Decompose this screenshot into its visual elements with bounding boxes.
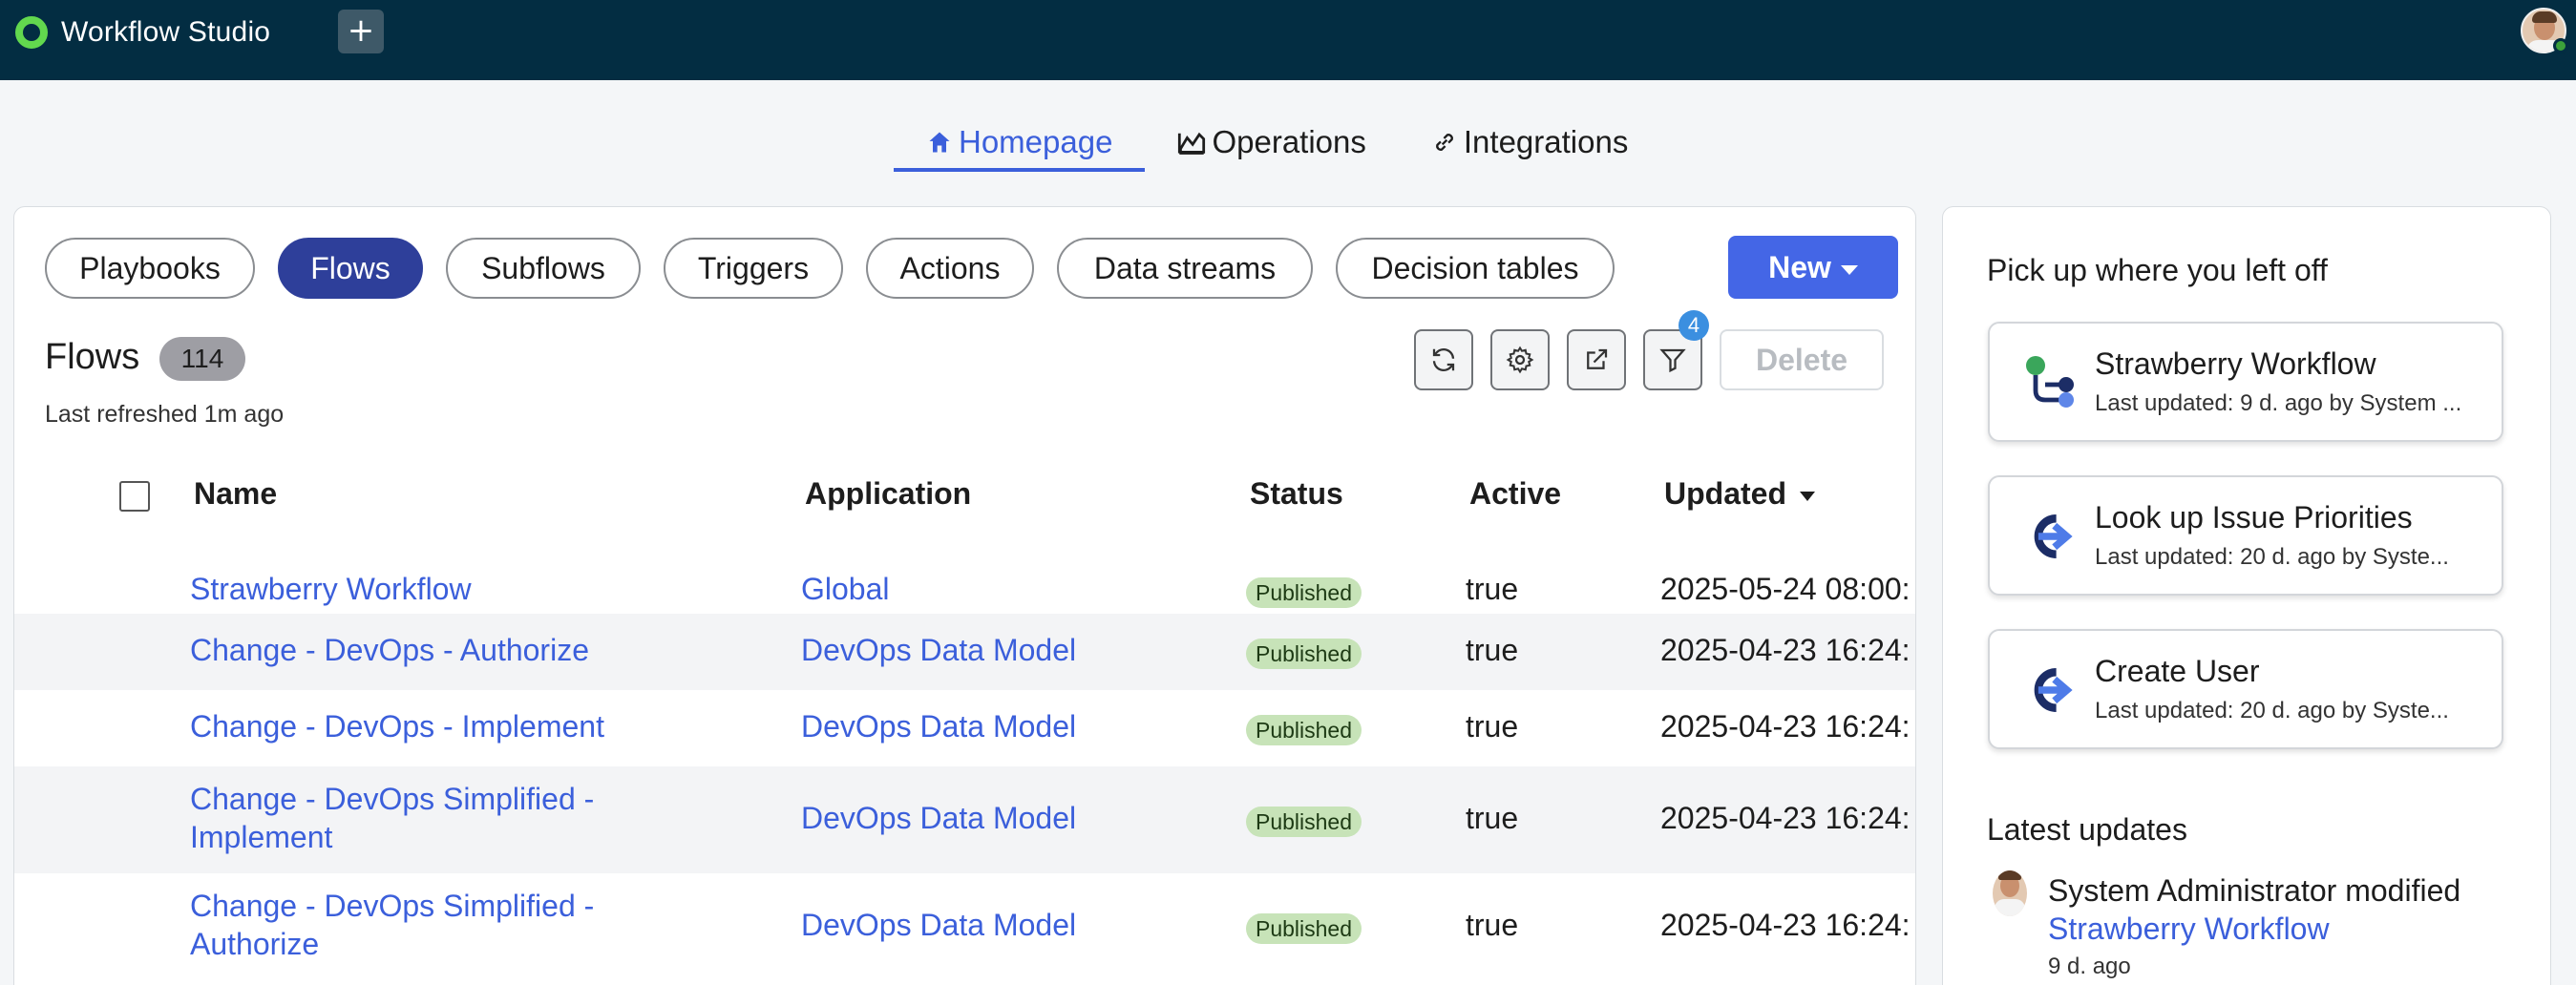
status-badge: Published bbox=[1246, 715, 1362, 745]
flow-name-link-continued[interactable]: Authorize bbox=[190, 927, 319, 962]
status-badge: Published bbox=[1246, 577, 1362, 608]
workflow-studio-logo-icon bbox=[15, 16, 48, 49]
filter-pill-decision-tables[interactable]: Decision tables bbox=[1336, 238, 1615, 299]
application-link[interactable]: DevOps Data Model bbox=[801, 801, 1076, 836]
column-header-active[interactable]: Active bbox=[1469, 476, 1561, 512]
last-refreshed-text: Last refreshed 1m ago bbox=[45, 401, 285, 428]
link-icon bbox=[1435, 134, 1453, 151]
filter-pill-subflows[interactable]: Subflows bbox=[446, 238, 641, 299]
updated-value: 2025-04-23 16:24: bbox=[1660, 709, 1911, 744]
update-link[interactable]: Strawberry Workflow bbox=[2048, 912, 2330, 947]
home-icon bbox=[929, 132, 950, 153]
list-title: Flows bbox=[45, 337, 140, 377]
tab-operations[interactable]: Operations bbox=[1145, 113, 1398, 172]
select-all-checkbox[interactable] bbox=[119, 481, 150, 512]
export-button[interactable] bbox=[1567, 329, 1626, 390]
settings-button[interactable] bbox=[1490, 329, 1550, 390]
application-link[interactable]: DevOps Data Model bbox=[801, 709, 1076, 744]
updates-heading: Latest updates bbox=[1987, 812, 2187, 847]
flow-name-link[interactable]: Change - DevOps Simplified - bbox=[190, 782, 594, 817]
flow-name-link[interactable]: Strawberry Workflow bbox=[190, 572, 472, 607]
update-text: System Administrator modified bbox=[2048, 873, 2461, 908]
app-title: Workflow Studio bbox=[61, 16, 271, 48]
share-icon bbox=[1587, 348, 1608, 369]
new-button-label: New bbox=[1768, 250, 1831, 284]
table-row[interactable]: Change - DevOps - Implement DevOps Data … bbox=[14, 690, 1915, 766]
filter-icon bbox=[1659, 348, 1686, 373]
filter-pill-data-streams[interactable]: Data streams bbox=[1057, 238, 1313, 299]
filter-pill-flows[interactable]: Flows bbox=[278, 238, 423, 299]
active-value: true bbox=[1466, 709, 1519, 744]
updated-value: 2025-05-24 08:00: bbox=[1660, 572, 1911, 606]
table-row[interactable]: Change - DevOps Simplified - Implement D… bbox=[14, 766, 1915, 873]
tab-label: Integrations bbox=[1463, 124, 1629, 159]
filter-pill-actions[interactable]: Actions bbox=[866, 238, 1034, 299]
brand[interactable]: Workflow Studio bbox=[15, 11, 270, 53]
new-tab-button[interactable]: + bbox=[338, 10, 384, 53]
tab-label: Operations bbox=[1212, 124, 1366, 159]
new-button[interactable]: New bbox=[1728, 236, 1898, 299]
resume-heading: Pick up where you left off bbox=[1987, 253, 2328, 287]
filter-count-badge: 4 bbox=[1679, 310, 1709, 341]
flows-panel: Playbooks Flows Subflows Triggers Action… bbox=[13, 206, 1916, 985]
flow-name-link[interactable]: Change - DevOps - Authorize bbox=[190, 633, 589, 668]
column-header-application[interactable]: Application bbox=[805, 476, 971, 512]
recent-item-card[interactable]: Create User Last updated: 20 d. ago by S… bbox=[1988, 629, 2503, 749]
sort-descending-icon bbox=[1800, 491, 1815, 501]
status-badge: Published bbox=[1246, 639, 1362, 669]
updated-value: 2025-04-23 16:24: bbox=[1660, 633, 1911, 667]
status-badge: Published bbox=[1246, 913, 1362, 944]
online-status-icon bbox=[2553, 38, 2568, 53]
filter-pill-playbooks[interactable]: Playbooks bbox=[45, 238, 255, 299]
update-time: 9 d. ago bbox=[2048, 954, 2131, 979]
flow-icon bbox=[2026, 356, 2074, 408]
main-nav: Homepage Operations Integrations bbox=[894, 113, 1660, 172]
flow-name-link[interactable]: Change - DevOps - Implement bbox=[190, 709, 604, 744]
application-link[interactable]: DevOps Data Model bbox=[801, 908, 1076, 943]
table-row[interactable]: Change - DevOps - Authorize DevOps Data … bbox=[14, 614, 1915, 690]
column-header-updated-label: Updated bbox=[1664, 476, 1786, 511]
action-icon bbox=[2034, 514, 2073, 558]
recent-item-title: Strawberry Workflow bbox=[2095, 346, 2376, 381]
chevron-down-icon bbox=[1840, 264, 1858, 275]
active-value: true bbox=[1466, 633, 1519, 667]
recent-item-card[interactable]: Look up Issue Priorities Last updated: 2… bbox=[1988, 475, 2503, 596]
flow-name-link[interactable]: Change - DevOps Simplified - bbox=[190, 889, 594, 924]
active-value: true bbox=[1466, 572, 1519, 606]
recent-item-subtitle: Last updated: 20 d. ago by Syste... bbox=[2095, 698, 2449, 723]
application-link[interactable]: DevOps Data Model bbox=[801, 633, 1076, 668]
tab-label: Homepage bbox=[959, 124, 1113, 159]
side-panel: Pick up where you left off Strawberry Wo… bbox=[1942, 206, 2551, 985]
avatar bbox=[1993, 870, 2027, 916]
count-badge: 114 bbox=[159, 337, 245, 381]
recent-item-card[interactable]: Strawberry Workflow Last updated: 9 d. a… bbox=[1988, 322, 2503, 442]
column-header-name[interactable]: Name bbox=[194, 476, 277, 512]
status-badge: Published bbox=[1246, 807, 1362, 837]
updated-value: 2025-04-23 16:24: bbox=[1660, 801, 1911, 835]
active-value: true bbox=[1466, 801, 1519, 835]
refresh-icon bbox=[1432, 348, 1455, 371]
action-icon bbox=[2034, 668, 2073, 712]
column-header-status[interactable]: Status bbox=[1250, 476, 1343, 512]
updated-value: 2025-04-23 16:24: bbox=[1660, 908, 1911, 942]
recent-item-subtitle: Last updated: 9 d. ago by System ... bbox=[2095, 390, 2462, 416]
recent-item-title: Create User bbox=[2095, 654, 2260, 688]
refresh-button[interactable] bbox=[1414, 329, 1473, 390]
tab-integrations[interactable]: Integrations bbox=[1399, 113, 1660, 172]
tab-homepage[interactable]: Homepage bbox=[894, 113, 1146, 172]
table-row[interactable]: Change - DevOps Simplified - Authorize D… bbox=[14, 873, 1915, 980]
flow-name-link-continued[interactable]: Implement bbox=[190, 820, 332, 855]
recent-item-title: Look up Issue Priorities bbox=[2095, 500, 2413, 534]
chart-icon bbox=[1178, 132, 1206, 155]
column-header-updated[interactable]: Updated bbox=[1664, 476, 1815, 512]
gear-icon bbox=[1506, 346, 1534, 374]
active-value: true bbox=[1466, 908, 1519, 942]
application-link[interactable]: Global bbox=[801, 572, 890, 607]
recent-item-subtitle: Last updated: 20 d. ago by Syste... bbox=[2095, 544, 2449, 570]
delete-button[interactable]: Delete bbox=[1720, 329, 1884, 390]
top-bar: Workflow Studio + bbox=[0, 0, 2576, 80]
filter-pill-triggers[interactable]: Triggers bbox=[664, 238, 843, 299]
